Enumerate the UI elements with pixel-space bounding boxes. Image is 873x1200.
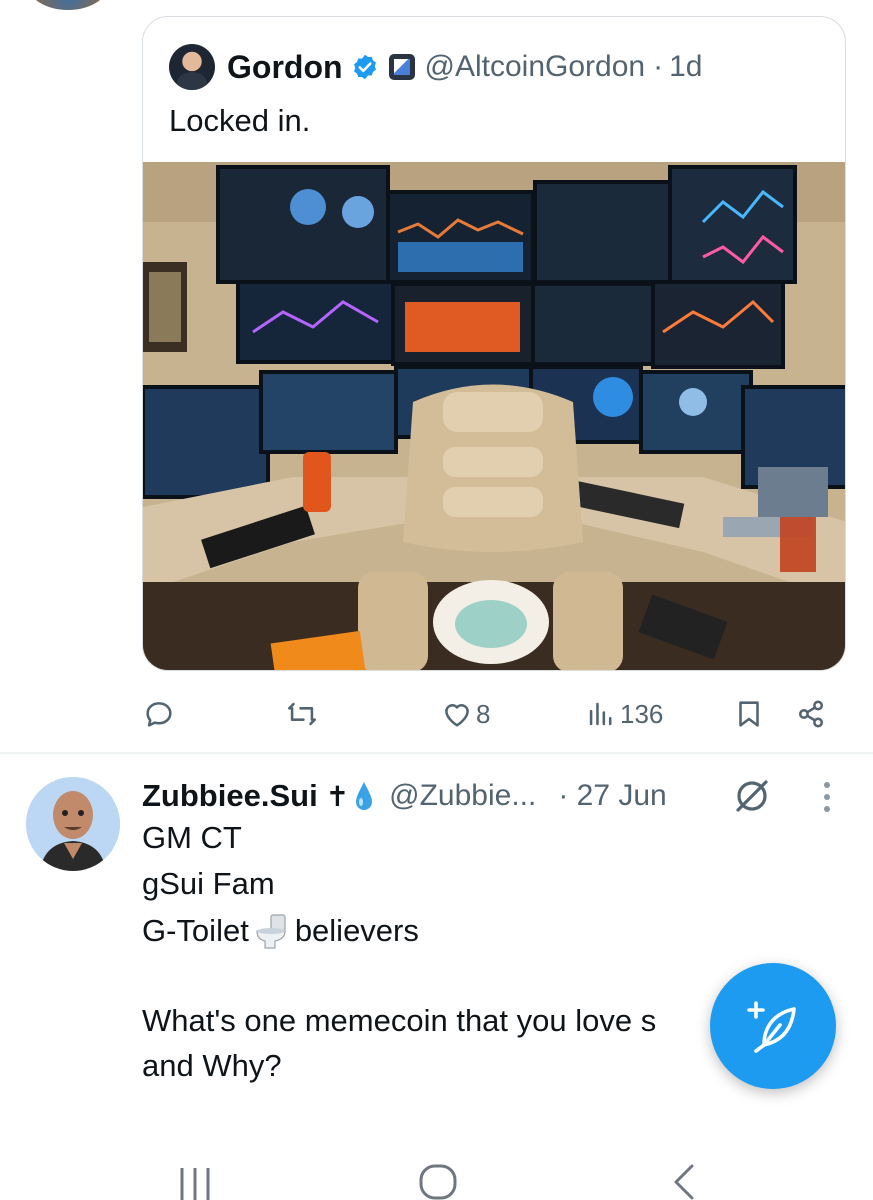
quoted-tweet-image[interactable] (143, 162, 845, 670)
like-count: 8 (476, 698, 491, 729)
water-drop-icon (356, 782, 373, 810)
quoted-author-avatar[interactable] (169, 44, 215, 90)
share-button[interactable] (794, 690, 828, 738)
quoted-tweet-card[interactable]: Gordon @AltcoinGordon · 1d Locked in. (142, 16, 846, 671)
back-icon[interactable] (660, 1160, 710, 1200)
compose-icon (747, 1001, 796, 1053)
retweet-button[interactable] (285, 690, 325, 738)
tweet-text-line-6: and Why? (142, 1048, 282, 1083)
tweet-header: Zubbiee.Sui ✝ @Zubbie... · 27 Jun (142, 772, 667, 820)
tweet-text-line-5: What's one memecoin that you love s (142, 1003, 657, 1038)
grok-icon[interactable] (732, 776, 772, 816)
quoted-tweet-text: Locked in. (169, 103, 311, 138)
home-icon[interactable] (413, 1160, 463, 1200)
like-button[interactable]: 8 (440, 690, 490, 738)
tweet-text-believers: believers (294, 913, 419, 948)
recent-apps-icon[interactable] (170, 1160, 220, 1200)
view-count: 136 (620, 698, 664, 729)
bookmark-icon (739, 701, 759, 727)
views-button[interactable]: 136 (584, 690, 663, 738)
quoted-time: 1d (669, 50, 703, 83)
quoted-author-name[interactable]: Gordon (227, 49, 343, 86)
tweet-divider (0, 752, 873, 754)
tweet-text-line-2: gSui Fam (142, 866, 275, 901)
tweet-date: · 27 Jun (558, 779, 667, 812)
tweet-text-line-3: G-Toilet believers (142, 911, 419, 951)
more-icon[interactable] (818, 780, 836, 814)
tweet-action-bar: 8 136 (0, 690, 873, 738)
compose-button[interactable] (710, 963, 836, 1089)
toilet-emoji-icon (256, 914, 286, 949)
quoted-author-handle[interactable]: @AltcoinGordon (425, 50, 646, 84)
tweet-author-avatar[interactable] (26, 777, 120, 871)
share-icon (798, 700, 824, 728)
previous-tweet-avatar[interactable] (28, 0, 108, 10)
name-cross-emoji: ✝ (325, 780, 350, 812)
verified-badge-icon (353, 54, 376, 80)
affiliate-badge-icon (388, 54, 415, 80)
reply-icon (146, 702, 172, 727)
tweet-author-name[interactable]: Zubbiee.Sui (142, 778, 318, 814)
quoted-tweet-header: Gordon @AltcoinGordon · 1d (169, 43, 702, 91)
quoted-separator: · (653, 50, 664, 83)
views-icon (589, 702, 612, 726)
reply-button[interactable] (142, 690, 182, 738)
tweet-author-handle[interactable]: @Zubbie... (389, 779, 536, 813)
bookmark-button[interactable] (732, 690, 766, 738)
tweet-text-gtoilet: G-Toilet (142, 913, 249, 948)
tweet-text-line-1: GM CT (142, 820, 242, 855)
heart-icon (445, 704, 469, 727)
android-nav-bar (0, 1150, 873, 1200)
retweet-icon (287, 702, 317, 726)
